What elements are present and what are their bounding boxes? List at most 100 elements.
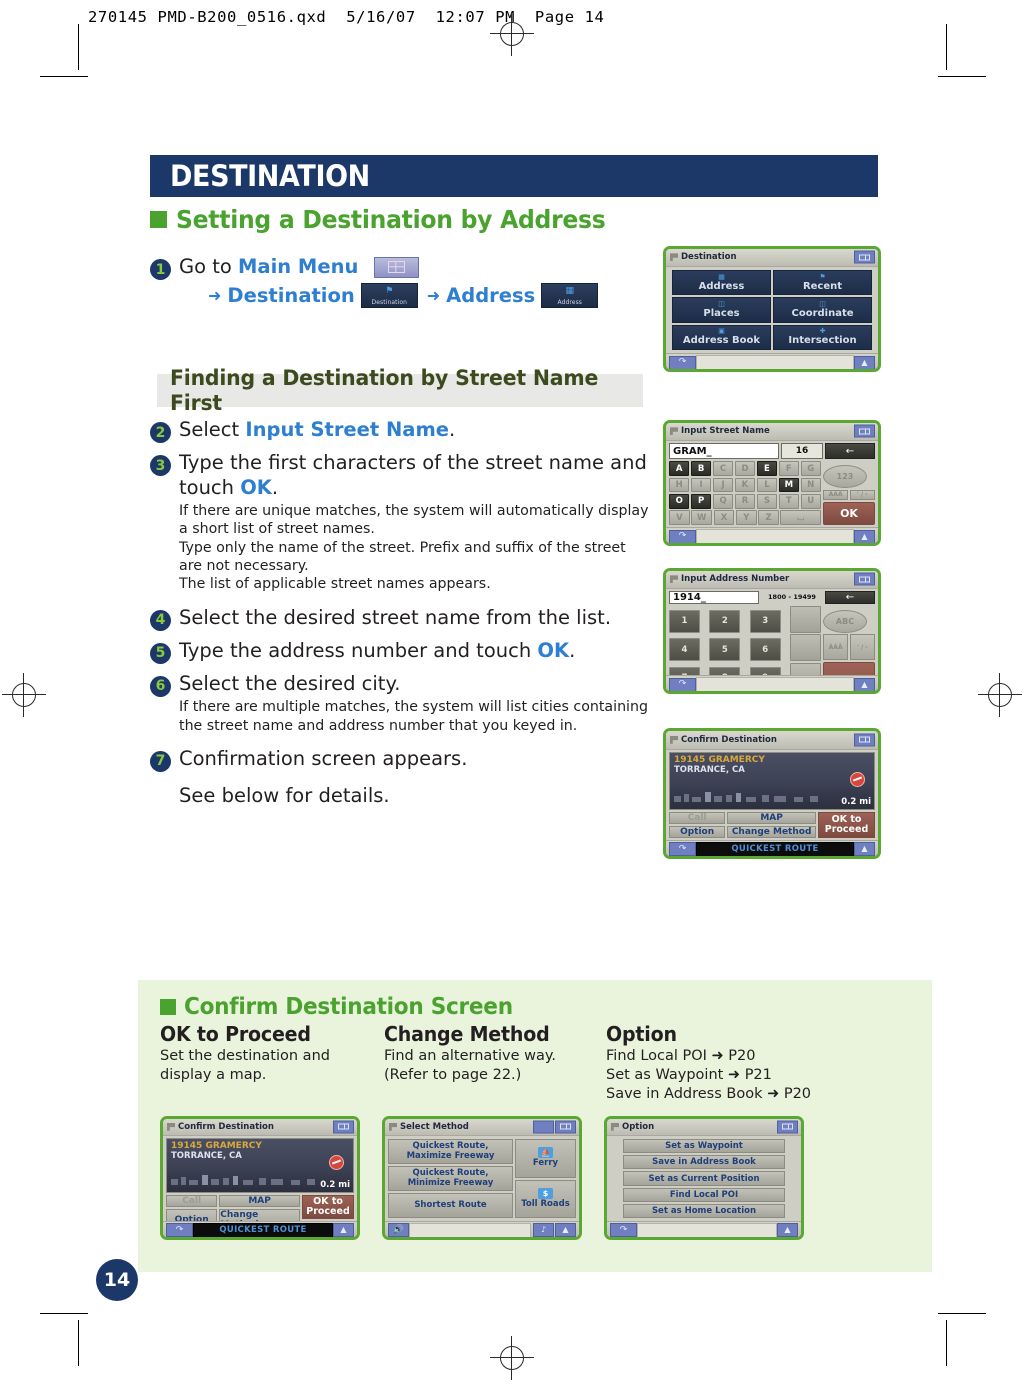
key-j[interactable]: J <box>712 477 734 493</box>
compass-icon[interactable]: ▲ <box>854 529 875 543</box>
option-button[interactable]: Option <box>669 825 726 838</box>
back-button-icon[interactable]: ↷ <box>610 1223 637 1237</box>
secondary-button-icon[interactable] <box>533 1120 554 1134</box>
key-6[interactable]: 6 <box>749 638 781 662</box>
key-3[interactable]: 3 <box>749 609 781 633</box>
key-a[interactable]: A <box>669 461 690 477</box>
ok-to-proceed-button[interactable]: OK to Proceed <box>302 1194 354 1219</box>
key-y[interactable]: Y <box>735 510 757 526</box>
compass-icon[interactable]: ▲ <box>854 842 875 856</box>
compass-icon[interactable]: ▲ <box>854 677 875 691</box>
key-n[interactable]: N <box>800 477 821 493</box>
back-button-icon[interactable]: ↷ <box>669 677 696 691</box>
key-m[interactable]: M <box>778 477 800 493</box>
call-button[interactable]: Call <box>166 1194 218 1207</box>
key-b[interactable]: B <box>690 461 712 477</box>
key-4[interactable]: 4 <box>669 638 700 662</box>
key-accent[interactable]: ÀÁÂ <box>823 489 849 501</box>
key-accent[interactable]: ÀÁÂ <box>823 634 849 661</box>
key-f[interactable]: F <box>778 461 800 477</box>
option-set-as-waypoint[interactable]: Set as Waypoint <box>623 1139 785 1154</box>
compass-icon[interactable]: ▲ <box>777 1223 798 1237</box>
key-l[interactable]: L <box>756 477 778 493</box>
menu-button-icon[interactable] <box>854 572 875 586</box>
key-i[interactable]: I <box>690 477 712 493</box>
option-set-as-current-position[interactable]: Set as Current Position <box>623 1171 785 1186</box>
screen-button-address-book[interactable]: ▣ Address Book <box>672 324 771 351</box>
screen-bottom-bar: 🔊 ♪ ▲ <box>385 1221 579 1237</box>
method-quickest-maximize-freeway[interactable]: Quickest Route, Maximize Freeway <box>388 1139 514 1165</box>
key-2[interactable]: 2 <box>709 609 741 633</box>
grid-menu-icon[interactable] <box>373 257 419 278</box>
menu-button-icon[interactable] <box>854 424 875 438</box>
compass-icon[interactable]: ▲ <box>854 355 875 369</box>
cross-icon: ✚ <box>819 327 826 336</box>
compass-icon[interactable]: ▲ <box>555 1223 576 1237</box>
key-r[interactable]: R <box>734 493 756 509</box>
map-preview[interactable]: 19145 GRAMERCY TORRANCE, CA 0.2 mi <box>669 751 875 810</box>
key-x[interactable]: X <box>713 510 735 526</box>
back-button-icon[interactable]: ↷ <box>166 1223 193 1237</box>
key-q[interactable]: Q <box>712 493 734 509</box>
key-s[interactable]: S <box>756 493 778 509</box>
option-find-local-poi[interactable]: Find Local POI <box>623 1187 785 1202</box>
compass-icon[interactable]: ▲ <box>333 1223 354 1237</box>
key-w[interactable]: W <box>691 510 713 526</box>
screen-button-intersection[interactable]: ✚ Intersection <box>773 324 872 351</box>
address-button-icon[interactable]: ▦ Address <box>541 282 599 308</box>
method-shortest-route[interactable]: Shortest Route <box>388 1193 514 1218</box>
back-button-icon[interactable]: ↷ <box>669 529 696 543</box>
music-icon[interactable]: ♪ <box>533 1223 554 1237</box>
key-space[interactable]: ⌴ <box>750 691 785 694</box>
key-k[interactable]: K <box>734 477 756 493</box>
map-preview[interactable]: 19145 GRAMERCY TORRANCE, CA 0.2 mi <box>166 1138 354 1193</box>
screen-button-places[interactable]: ◫ Places <box>672 297 771 323</box>
key-1[interactable]: 1 <box>669 609 700 633</box>
backspace-key[interactable]: ← <box>825 590 875 604</box>
key-g[interactable]: G <box>800 461 821 477</box>
key-5[interactable]: 5 <box>709 638 741 662</box>
ok-key[interactable]: OK <box>823 501 875 526</box>
ferry-toggle-button[interactable]: ⛵ Ferry <box>515 1139 576 1178</box>
key-c[interactable]: C <box>712 461 734 477</box>
screen-button-coordinate[interactable]: ◫ Coordinate <box>773 297 872 323</box>
ok-to-proceed-button[interactable]: OK to Proceed <box>818 811 875 838</box>
key-o[interactable]: O <box>669 493 690 509</box>
menu-button-icon[interactable] <box>854 733 875 747</box>
option-save-in-address-book[interactable]: Save in Address Book <box>623 1155 785 1170</box>
key-abc[interactable]: ABC <box>823 609 867 633</box>
key-e[interactable]: E <box>756 461 778 477</box>
address-number-input[interactable]: 1914_ <box>669 590 759 604</box>
back-button-icon[interactable]: ↷ <box>669 842 696 856</box>
key-space[interactable]: ⌴ <box>780 510 822 526</box>
back-button-icon[interactable]: ↷ <box>669 355 696 369</box>
map-button[interactable]: MAP <box>219 1194 300 1207</box>
option-set-as-home-location[interactable]: Set as Home Location <box>623 1203 785 1218</box>
column-body: Find Local POI ➜ P20 Set as Waypoint ➜ P… <box>606 1048 812 1102</box>
key-123[interactable]: 123 <box>823 465 867 489</box>
volume-icon[interactable]: 🔊 <box>388 1223 409 1237</box>
key-u[interactable]: U <box>800 493 821 509</box>
destination-button-icon[interactable]: ⚑ Destination <box>360 282 418 308</box>
key-d[interactable]: D <box>734 461 756 477</box>
key-symbol[interactable]: ' / - <box>849 634 875 661</box>
key-h[interactable]: H <box>669 477 690 493</box>
menu-button-icon[interactable] <box>854 250 875 264</box>
key-t[interactable]: T <box>778 493 800 509</box>
call-button[interactable]: Call <box>669 811 726 824</box>
screen-button-recent[interactable]: ⚑ Recent <box>773 269 872 296</box>
key-v[interactable]: V <box>669 510 690 526</box>
key-p[interactable]: P <box>690 493 712 509</box>
screen-button-address[interactable]: ▦ Address <box>672 269 771 296</box>
menu-button-icon[interactable] <box>333 1120 354 1134</box>
menu-button-icon[interactable] <box>555 1120 576 1134</box>
menu-button-icon[interactable] <box>777 1120 798 1134</box>
street-name-input[interactable]: GRAM_ <box>669 442 779 460</box>
backspace-key[interactable]: ← <box>825 442 875 460</box>
method-quickest-minimize-freeway[interactable]: Quickest Route, Minimize Freeway <box>388 1166 514 1192</box>
change-method-button[interactable]: Change Method <box>727 825 816 838</box>
key-z[interactable]: Z <box>758 510 779 526</box>
key-symbol[interactable]: ' / - <box>849 489 875 501</box>
toll-roads-toggle-button[interactable]: $ Toll Roads <box>515 1179 576 1219</box>
map-button[interactable]: MAP <box>727 811 816 824</box>
